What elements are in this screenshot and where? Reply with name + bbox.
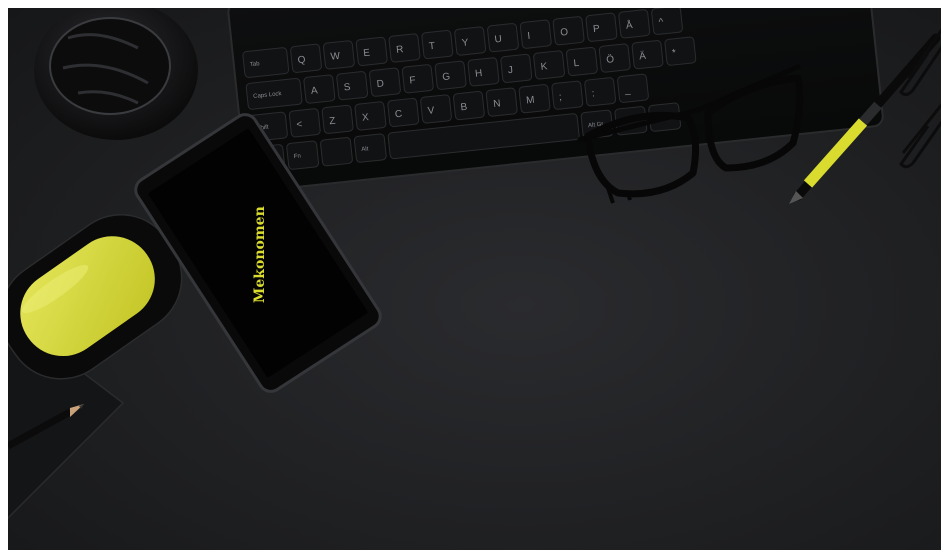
key-label: Q	[297, 54, 306, 66]
key	[353, 133, 387, 163]
paper-clips	[899, 28, 941, 169]
key	[387, 97, 420, 128]
key-label: Ö	[606, 53, 615, 66]
key	[651, 8, 683, 35]
key-label: Z	[329, 116, 336, 128]
key	[500, 53, 533, 83]
key-label: W	[330, 51, 341, 63]
key	[551, 80, 584, 110]
key-label: R	[396, 44, 404, 56]
key	[320, 137, 353, 167]
key	[631, 40, 664, 70]
key-label: C	[394, 109, 402, 121]
keyboard: Tab Q W E R T Y U I O P Å ^Caps Lock A S D F G H J K L Ö Ä *Shif…	[227, 8, 884, 193]
key	[618, 9, 651, 39]
key	[355, 36, 388, 66]
key-label: G	[442, 71, 451, 83]
key-label: Tab	[250, 61, 261, 68]
desk-photo: Tab Q W E R T Y U I O P Å ^ Caps Lock A S D F G H J K L Ö Ä * Shif…	[8, 8, 941, 550]
key-label: T	[428, 41, 435, 53]
key-label: H	[475, 68, 483, 80]
desk-illustration: Tab Q W E R T Y U I O P Å ^Caps Lock A S D F G H J K L Ö Ä *Shif…	[8, 8, 941, 520]
key	[533, 50, 565, 80]
key	[288, 108, 321, 138]
key	[552, 16, 585, 46]
key	[454, 26, 487, 56]
key-label: F	[409, 75, 416, 87]
key-label: O	[560, 27, 569, 39]
key-label: M	[526, 95, 535, 107]
key	[617, 73, 649, 103]
key	[321, 104, 354, 134]
key	[401, 64, 434, 94]
key	[420, 94, 452, 124]
key	[388, 33, 421, 63]
key	[584, 77, 617, 107]
key	[518, 84, 551, 114]
key	[434, 60, 467, 90]
key-label: U	[494, 34, 502, 46]
key	[487, 23, 519, 53]
key	[421, 29, 454, 60]
key	[585, 12, 618, 42]
pen-holder	[34, 8, 198, 140]
key	[369, 67, 401, 97]
key	[598, 43, 631, 73]
key	[354, 101, 387, 131]
key	[519, 19, 552, 49]
key	[453, 91, 485, 121]
key	[290, 43, 322, 73]
key	[664, 36, 697, 66]
key-label: D	[376, 78, 384, 90]
key-label: Alt	[361, 146, 369, 153]
key	[336, 71, 369, 101]
key	[566, 46, 598, 77]
key	[467, 57, 500, 87]
key	[303, 74, 336, 104]
key	[286, 140, 320, 170]
phone-screen-brand: Mekonomen	[252, 206, 268, 303]
key-label: Fn	[294, 153, 302, 160]
key	[485, 87, 518, 117]
key-label: N	[493, 98, 501, 110]
